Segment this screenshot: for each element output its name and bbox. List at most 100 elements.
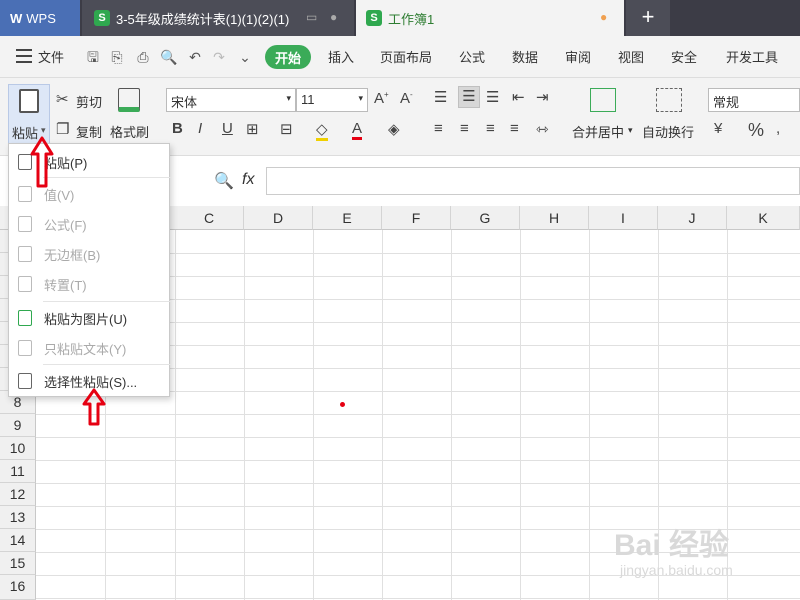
increase-font-icon[interactable]: A+ — [374, 90, 389, 107]
menu-item-paste-text-only[interactable]: 只粘贴文本(Y) — [9, 334, 169, 362]
comma-icon[interactable]: , — [776, 120, 780, 137]
font-color-icon[interactable]: A — [352, 120, 363, 140]
unsaved-dot-icon: ● — [600, 10, 608, 24]
currency-icon[interactable]: ¥ — [714, 120, 722, 137]
align-top-icon[interactable]: ☰ — [434, 88, 447, 106]
row-header-14[interactable]: 14 — [0, 529, 36, 552]
border-icon[interactable]: ⊞ — [246, 120, 259, 138]
menu-item-paste-as-picture[interactable]: 粘贴为图片(U) — [9, 304, 169, 332]
row-header-13[interactable]: 13 — [0, 506, 36, 529]
grid-line — [382, 230, 383, 600]
col-header-e[interactable]: E — [313, 206, 382, 230]
col-header-k[interactable]: K — [727, 206, 800, 230]
font-size-select[interactable]: 11 ▾ — [296, 88, 368, 112]
tab-data[interactable]: 数据 — [512, 47, 538, 66]
tab-wps-home[interactable]: W WPS — [0, 0, 80, 36]
grid-line — [451, 230, 452, 600]
fx-label[interactable]: fx — [242, 171, 254, 189]
row-header-12[interactable]: 12 — [0, 483, 36, 506]
row-header-15[interactable]: 15 — [0, 552, 36, 575]
tab-file-2[interactable]: S 工作簿1 ● — [356, 0, 624, 36]
undo-icon[interactable]: ↶ — [186, 48, 204, 66]
menu-file[interactable]: 文件 — [38, 47, 64, 66]
indent-decrease-icon[interactable]: ⇤ — [512, 88, 525, 106]
save-icon[interactable]: 🖫 — [84, 48, 102, 66]
zoom-formula-icon[interactable]: 🔍 — [214, 171, 234, 191]
chevron-down-icon: ▾ — [358, 93, 363, 103]
tab-security[interactable]: 安全 — [671, 47, 697, 66]
format-painter-button[interactable]: 格式刷 — [110, 122, 149, 141]
col-header-c[interactable]: C — [175, 206, 244, 230]
col-header-g[interactable]: G — [451, 206, 520, 230]
fill-border-icon[interactable]: ⊟ — [280, 120, 293, 138]
row-header-16[interactable]: 16 — [0, 575, 36, 600]
grid-line — [589, 230, 590, 600]
paste-special-icon — [18, 373, 32, 389]
new-tab-button[interactable]: + — [626, 0, 670, 36]
paste-button[interactable]: 粘贴 ▾ — [8, 84, 50, 144]
copy-button[interactable]: 复制 — [76, 122, 102, 141]
grid-line — [313, 230, 314, 600]
print-icon[interactable]: ⎙ — [134, 48, 152, 66]
underline-icon[interactable]: U — [222, 120, 233, 137]
tab-file-1[interactable]: S 3-5年级成绩统计表(1)(1)(2)(1) ▭ ● — [82, 0, 354, 36]
clear-format-icon[interactable]: ◈ — [388, 120, 400, 138]
grid-line — [36, 598, 800, 599]
row-header-9[interactable]: 9 — [0, 414, 36, 437]
align-left-icon[interactable]: ≡ — [434, 120, 443, 137]
menu-item-paste-formulas[interactable]: 公式(F) — [9, 210, 169, 238]
bold-icon[interactable]: B — [172, 120, 183, 137]
col-header-i[interactable]: I — [589, 206, 658, 230]
paste-icon — [19, 89, 39, 113]
col-header-j[interactable]: J — [658, 206, 727, 230]
hamburger-icon[interactable] — [16, 49, 32, 63]
tab-review[interactable]: 审阅 — [565, 47, 591, 66]
font-name-select[interactable]: 宋体 ▾ — [166, 88, 296, 112]
justify-icon[interactable]: ≡ — [510, 120, 519, 137]
formula-input[interactable] — [266, 167, 800, 195]
grid-line — [244, 230, 245, 600]
number-format-select[interactable]: 常规 — [708, 88, 800, 112]
distributed-icon[interactable]: ⇿ — [536, 120, 549, 138]
tab-page-layout[interactable]: 页面布局 — [380, 47, 432, 66]
tab-view[interactable]: 视图 — [618, 47, 644, 66]
grid-line — [36, 414, 800, 415]
fill-color-icon[interactable]: ◇ — [316, 120, 328, 141]
menu-item-paste-transpose[interactable]: 转置(T) — [9, 270, 169, 298]
auto-wrap-button[interactable]: 自动换行 — [642, 122, 694, 141]
monitor-icon[interactable]: ▭ — [306, 10, 317, 24]
col-header-h[interactable]: H — [520, 206, 589, 230]
indent-increase-icon[interactable]: ⇥ — [536, 88, 549, 106]
tab-formulas[interactable]: 公式 — [459, 47, 485, 66]
tab-file-1-label: 3-5年级成绩统计表(1)(1)(2)(1) — [116, 11, 290, 27]
decrease-font-icon[interactable]: A- — [400, 90, 413, 107]
customize-chevron-icon[interactable]: ⌄ — [236, 48, 254, 66]
share-icon[interactable]: ⎘ — [108, 48, 126, 66]
menu-item-paste-no-border[interactable]: 无边框(B) — [9, 240, 169, 268]
grid-line — [175, 230, 176, 600]
align-right-icon[interactable]: ≡ — [486, 120, 495, 137]
print-preview-icon[interactable]: 🔍 — [160, 48, 178, 66]
align-middle-icon[interactable]: ☰ — [458, 86, 480, 108]
tab-start[interactable]: 开始 — [265, 45, 311, 69]
cut-button[interactable]: 剪切 — [76, 92, 102, 111]
italic-icon[interactable]: I — [198, 120, 202, 137]
align-bottom-icon[interactable]: ☰ — [486, 88, 499, 106]
menu-separator — [43, 364, 171, 365]
align-center-icon[interactable]: ≡ — [460, 120, 469, 137]
row-header-11[interactable]: 11 — [0, 460, 36, 483]
red-dot — [340, 402, 345, 407]
tab-insert[interactable]: 插入 — [328, 47, 354, 66]
watermark-url: jingyan.baidu.com — [620, 562, 733, 578]
redo-icon[interactable]: ↷ — [210, 48, 228, 66]
tab-developer[interactable]: 开发工具 — [726, 47, 778, 66]
title-bar: W WPS S 3-5年级成绩统计表(1)(1)(2)(1) ▭ ● S 工作簿… — [0, 0, 800, 36]
merge-center-button[interactable]: 合并居中 — [572, 122, 624, 141]
paste-values-icon — [18, 186, 32, 202]
row-header-10[interactable]: 10 — [0, 437, 36, 460]
baidu-watermark: Bai 经验 — [614, 529, 730, 562]
col-header-d[interactable]: D — [244, 206, 313, 230]
percent-icon[interactable]: % — [748, 120, 764, 141]
col-header-f[interactable]: F — [382, 206, 451, 230]
spreadsheet-icon: S — [366, 10, 382, 26]
